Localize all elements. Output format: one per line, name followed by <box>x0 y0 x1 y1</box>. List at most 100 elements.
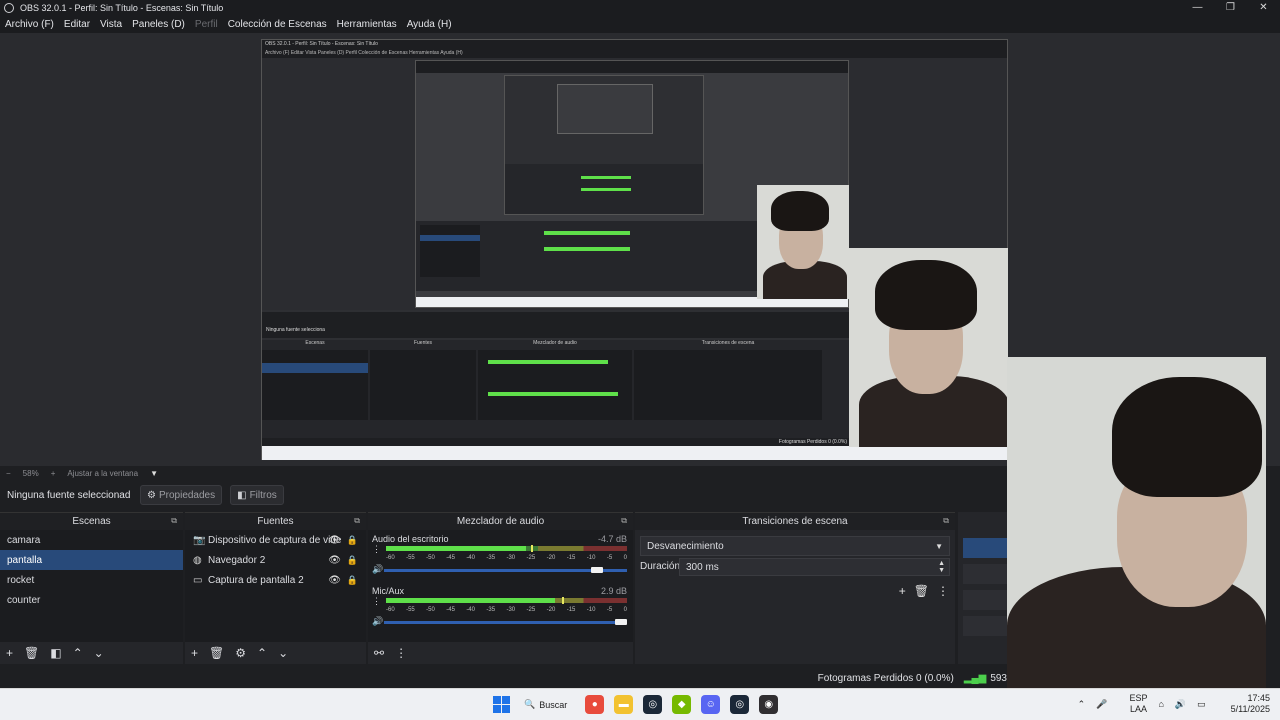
menu-archivo[interactable]: Archivo (F) <box>5 19 54 30</box>
properties-button[interactable]: ⚙ Propiedades <box>140 485 223 505</box>
eye-icon[interactable]: 👁 <box>328 555 341 566</box>
steam-icon[interactable]: ◎ <box>643 695 663 714</box>
controls-button[interactable] <box>963 590 1008 610</box>
battery-icon[interactable]: ▭ <box>1197 699 1206 710</box>
clock[interactable]: 17:45 5/11/2025 <box>1220 693 1270 715</box>
duration-input[interactable]: 300 ms ▲ ▼ <box>679 558 950 576</box>
filters-button[interactable]: ◧ Filtros <box>230 485 284 505</box>
transition-select[interactable]: Desvanecimiento ▼ <box>640 536 950 556</box>
speaker-icon[interactable]: 🔊 <box>372 564 383 575</box>
microphone-icon[interactable]: 🎤 <box>1096 699 1107 710</box>
network-icon[interactable]: ⌂ <box>1158 699 1163 709</box>
chevron-down-icon[interactable]: ⌄ <box>94 646 104 660</box>
undock-icon[interactable]: ⧉ <box>354 516 360 526</box>
controls-button[interactable] <box>963 564 1008 584</box>
trash-icon[interactable]: 🗑 <box>914 584 929 598</box>
nested-transitions-title: Transiciones de escena <box>701 340 755 346</box>
duration-value: 300 ms <box>686 561 719 573</box>
volume-slider[interactable] <box>384 619 627 625</box>
add-icon[interactable]: + <box>191 646 198 660</box>
source-item[interactable]: ◍ Navegador 2 👁 🔒 <box>185 550 366 570</box>
source-item[interactable]: ▭ Captura de pantalla 2 👁 🔒 <box>185 570 366 590</box>
taskbar-search[interactable]: 🔍 Buscar <box>524 699 567 710</box>
obs-icon[interactable]: ◉ <box>759 695 779 714</box>
chevron-up-icon[interactable]: ⌃ <box>257 646 267 660</box>
chrome-icon[interactable]: ● <box>585 695 605 714</box>
search-label: Buscar <box>539 699 568 710</box>
scene-item-selected[interactable]: pantalla <box>0 550 183 570</box>
chevron-down-icon[interactable]: ⌄ <box>278 646 288 660</box>
zoom-out-button[interactable]: − <box>6 469 11 478</box>
channel-name: Audio del escritorio <box>372 534 449 544</box>
kebab-menu-icon[interactable]: ⋮ <box>937 584 949 598</box>
filter-icon[interactable]: ◧ <box>50 646 61 660</box>
discord-icon[interactable]: ☺ <box>701 695 721 714</box>
source-item[interactable]: 📷 Dispositivo de captura de vide 👁 🔒 <box>185 530 366 550</box>
kebab-menu-icon[interactable]: ⋮ <box>395 646 407 660</box>
menu-paneles[interactable]: Paneles (D) <box>132 19 185 30</box>
nvidia-icon[interactable]: ◆ <box>672 695 692 714</box>
chevron-up-icon[interactable]: ⌃ <box>73 646 83 660</box>
gear-icon[interactable]: ⚙ <box>235 646 246 660</box>
menu-herramientas[interactable]: Herramientas <box>337 19 397 30</box>
undock-icon[interactable]: ⧉ <box>621 516 627 526</box>
lock-icon[interactable]: 🔒 <box>347 535 358 546</box>
controls-button[interactable] <box>963 616 1008 636</box>
menu-ayuda[interactable]: Ayuda (H) <box>407 19 452 30</box>
link-icon[interactable]: ⚯ <box>374 646 384 660</box>
undock-icon[interactable]: ⧉ <box>943 516 949 526</box>
eye-icon[interactable]: 👁 <box>328 535 341 546</box>
folder-icon[interactable]: ▬ <box>614 695 634 714</box>
chevron-up-icon[interactable]: ⌃ <box>1078 699 1086 710</box>
eye-icon[interactable]: 👁 <box>328 575 341 586</box>
speaker-icon[interactable]: 🔊 <box>372 616 383 627</box>
volume-thumb[interactable] <box>590 567 603 573</box>
preview-canvas[interactable]: OBS 32.0.1 - Perfil: Sin Título - Escena… <box>261 39 1008 460</box>
scene-item[interactable]: counter <box>0 590 183 610</box>
scene-item[interactable]: camara <box>0 530 183 550</box>
language-indicator[interactable]: ESP LAA <box>1118 693 1147 715</box>
gear-icon: ⚙ <box>147 489 156 501</box>
volume-thumb[interactable] <box>615 619 627 625</box>
window-title: OBS 32.0.1 - Perfil: Sin Título - Escena… <box>20 2 224 13</box>
level-fill <box>386 546 526 551</box>
system-tray: ⌃ 🎤 ESP LAA ⌂ 🔊 ▭ 17:45 5/11/2025 <box>1067 693 1270 715</box>
controls-button[interactable] <box>963 538 1008 558</box>
nested-meter-b <box>488 392 618 396</box>
fit-window-button[interactable]: Ajustar a la ventana <box>67 469 138 478</box>
lock-icon[interactable]: 🔒 <box>347 555 358 566</box>
add-icon[interactable]: + <box>6 646 13 660</box>
close-button[interactable]: ✕ <box>1247 0 1280 15</box>
taskbar: 🔍 Buscar ● ▬ ◎ ◆ ☺ ◎ ◉ ⌃ 🎤 ESP LAA ⌂ 🔊 ▭ … <box>0 688 1280 720</box>
windows-start-icon[interactable] <box>493 696 510 713</box>
trash-icon[interactable]: 🗑 <box>209 646 224 660</box>
trash-icon[interactable]: 🗑 <box>24 646 39 660</box>
nested-meter-a <box>488 360 608 364</box>
kebab-menu-icon[interactable]: ⋮ <box>372 544 381 555</box>
meter-scale: -60 -55 -50 -45 -40 -35 -30 -25 -20 -15 -10 -5 0 <box>386 607 627 613</box>
meter-scale: -60 -55 -50 -45 -40 -35 -30 -25 -20 -15 -10 -5 0 <box>386 555 627 561</box>
source-label: Dispositivo de captura de vide <box>208 534 342 546</box>
steam-icon-2[interactable]: ◎ <box>730 695 750 714</box>
menu-editar[interactable]: Editar <box>64 19 90 30</box>
zoom-in-button[interactable]: + <box>51 469 56 478</box>
maximize-button[interactable]: ❐ <box>1214 0 1247 15</box>
volume-slider[interactable] <box>384 567 627 573</box>
menu-coleccion-escenas[interactable]: Colección de Escenas <box>228 19 327 30</box>
lock-icon[interactable]: 🔒 <box>347 575 358 586</box>
undock-icon[interactable]: ⧉ <box>171 516 177 526</box>
menu-perfil[interactable]: Perfil <box>195 19 218 30</box>
duration-label: Duración <box>640 561 681 572</box>
nested-meter-2a <box>544 231 630 235</box>
nested-taskbar <box>262 446 1007 460</box>
transition-value: Desvanecimiento <box>647 540 724 552</box>
menu-vista[interactable]: Vista <box>100 19 122 30</box>
channel-db: 2.9 dB <box>600 586 627 596</box>
minimize-button[interactable]: — <box>1181 0 1214 15</box>
zoom-dropdown-icon[interactable]: ▼ <box>150 469 158 478</box>
scene-item[interactable]: rocket <box>0 570 183 590</box>
kebab-menu-icon[interactable]: ⋮ <box>372 596 381 607</box>
volume-icon[interactable]: 🔊 <box>1175 699 1186 710</box>
add-icon[interactable]: + <box>899 584 906 598</box>
spinner-icon[interactable]: ▲ ▼ <box>938 560 945 574</box>
